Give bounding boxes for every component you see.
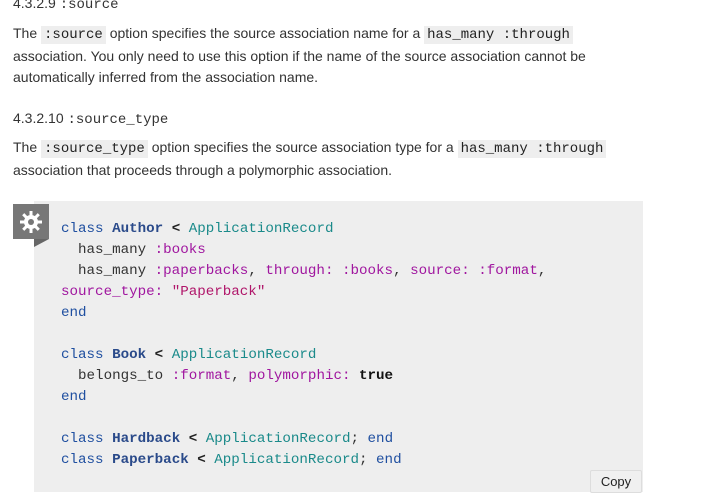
- section-option: :source_type: [67, 112, 169, 128]
- code-line: end: [61, 305, 87, 321]
- code-class-name: Book: [112, 347, 147, 363]
- copy-button[interactable]: Copy: [590, 470, 642, 493]
- code-keyword: end: [61, 389, 87, 405]
- code-constant: ApplicationRecord: [171, 347, 317, 363]
- code-line: class Hardback < ApplicationRecord; end: [61, 431, 394, 447]
- code-operator: <: [171, 221, 181, 237]
- section-option: :source: [59, 0, 119, 13]
- inline-code: :source: [41, 26, 106, 44]
- code-symbol: :format: [478, 263, 538, 279]
- code-symbol: :paperbacks: [154, 263, 249, 279]
- para-text: association that proceeds through a poly…: [13, 162, 392, 178]
- code-line: class Book < ApplicationRecord: [61, 347, 316, 363]
- source-description: The :source option specifies the source …: [13, 23, 613, 88]
- inline-code: has_many :through: [424, 26, 573, 44]
- code-symbol: source_type:: [61, 284, 164, 300]
- code-keyword: class: [61, 431, 104, 447]
- source-type-description: The :source_type option specifies the so…: [13, 137, 613, 181]
- code-keyword: class: [61, 221, 104, 237]
- code-class-name: Paperback: [112, 452, 189, 468]
- section-number: 4.3.2.9: [13, 0, 56, 11]
- inline-code: has_many :through: [457, 140, 607, 158]
- code-operator: <: [188, 431, 198, 447]
- code-listing: class Author < ApplicationRecord has_man…: [61, 219, 546, 471]
- gear-icon: [20, 211, 42, 233]
- code-line: source_type: "Paperback": [61, 284, 265, 300]
- para-text: option specifies the source association …: [147, 139, 458, 155]
- code-keyword: class: [61, 347, 104, 363]
- para-text: The: [13, 25, 42, 41]
- code-keyword: end: [376, 452, 402, 468]
- code-operator: <: [197, 452, 206, 468]
- para-text: The: [13, 139, 42, 155]
- code-symbol: :books: [154, 242, 206, 258]
- code-symbol: :books: [341, 263, 394, 279]
- code-class-name: Hardback: [112, 431, 181, 447]
- code-block-tab: [13, 204, 49, 247]
- code-line: has_many :paperbacks, through: :books, s…: [61, 263, 547, 279]
- code-class-name: Author: [112, 221, 164, 237]
- code-constant: ApplicationRecord: [188, 221, 334, 237]
- code-symbol: :format: [171, 368, 232, 384]
- para-text: association. You only need to use this o…: [13, 48, 586, 85]
- code-keyword: class: [61, 452, 104, 468]
- code-symbol: polymorphic:: [248, 368, 351, 384]
- code-constant: ApplicationRecord: [214, 452, 360, 468]
- section-heading-source-type: 4.3.2.10 :source_type: [13, 110, 168, 128]
- code-keyword: end: [61, 305, 87, 321]
- section-heading-source: 4.3.2.9 :source: [13, 0, 119, 13]
- code-symbol: through:: [265, 263, 334, 279]
- inline-code: :source_type: [41, 140, 148, 158]
- code-line: class Author < ApplicationRecord: [61, 221, 333, 237]
- code-keyword: end: [367, 431, 394, 447]
- code-operator: <: [154, 347, 164, 363]
- code-constant: ApplicationRecord: [205, 431, 351, 447]
- code-string: "Paperback": [171, 284, 266, 300]
- para-text: option specifies the source association …: [105, 25, 425, 41]
- code-line: has_many :books: [61, 242, 206, 258]
- code-symbol: source:: [410, 263, 470, 279]
- section-number: 4.3.2.10: [13, 110, 64, 126]
- code-boolean: true: [359, 368, 394, 384]
- code-line: class Paperback < ApplicationRecord; end: [61, 452, 402, 468]
- code-line: belongs_to :format, polymorphic: true: [61, 368, 394, 384]
- code-line: end: [61, 389, 87, 405]
